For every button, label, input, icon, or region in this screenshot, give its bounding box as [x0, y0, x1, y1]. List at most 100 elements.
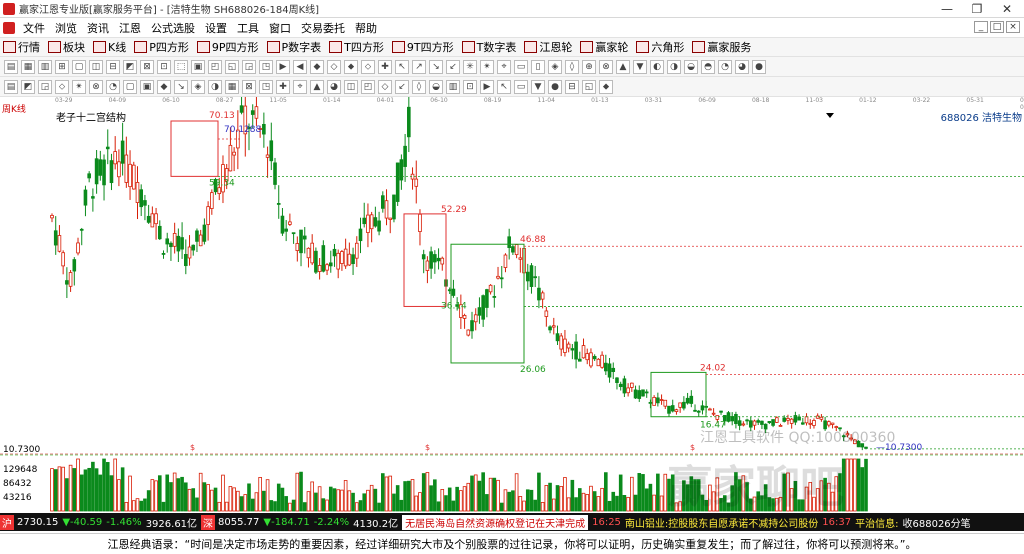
- drawing-tool-icon[interactable]: ◱: [225, 59, 239, 74]
- drawing-tool-icon[interactable]: ✳: [463, 59, 477, 74]
- drawing-tool-icon[interactable]: ◐: [650, 59, 664, 74]
- indicator-tool-icon[interactable]: ▼: [531, 79, 545, 94]
- menu-settings[interactable]: 设置: [200, 20, 232, 36]
- chart-area[interactable]: 03-29 04-09 06-10 08-27 11-05 01-14 04-01 06-10…: [0, 97, 1024, 513]
- drawing-tool-icon[interactable]: ◫: [89, 59, 103, 74]
- indicator-tool-icon[interactable]: ◰: [361, 79, 375, 94]
- drawing-tool-icon[interactable]: ◩: [123, 59, 137, 74]
- drawing-tool-icon[interactable]: ⬦: [361, 59, 375, 74]
- drawing-tool-icon[interactable]: ↙: [446, 59, 460, 74]
- indicator-tool-icon[interactable]: ◱: [582, 79, 596, 94]
- news-ticker-2[interactable]: 南山铝业:控股股东自愿承诺不减持公司股份: [625, 515, 818, 530]
- drawing-tool-icon[interactable]: ⬥: [344, 59, 358, 74]
- drawing-tool-icon[interactable]: ⊕: [582, 59, 596, 74]
- indicator-tool-icon[interactable]: ⬥: [599, 79, 613, 94]
- drawing-tool-icon[interactable]: ◊: [565, 59, 579, 74]
- indicator-tool-icon[interactable]: ▢: [123, 79, 137, 94]
- menu-gann[interactable]: 江恩: [114, 20, 146, 36]
- indicator-tool-icon[interactable]: ▣: [140, 79, 154, 94]
- indicator-tool-icon[interactable]: ◩: [21, 79, 35, 94]
- indicator-tool-icon[interactable]: ◆: [157, 79, 171, 94]
- toolbar-button-11[interactable]: 六角形: [633, 39, 687, 55]
- drawing-tool-icon[interactable]: ◳: [259, 59, 273, 74]
- indicator-tool-icon[interactable]: ◔: [106, 79, 120, 94]
- toolbar-button-3[interactable]: P四方形: [131, 39, 192, 55]
- toolbar-button-2[interactable]: K线: [90, 39, 129, 55]
- drawing-tool-icon[interactable]: ⊡: [157, 59, 171, 74]
- indicator-tool-icon[interactable]: ◕: [327, 79, 341, 94]
- indicator-tool-icon[interactable]: ◒: [429, 79, 443, 94]
- drawing-tool-icon[interactable]: ◈: [548, 59, 562, 74]
- indicator-tool-icon[interactable]: ◑: [208, 79, 222, 94]
- indicator-tool-icon[interactable]: ▦: [225, 79, 239, 94]
- indicator-tool-icon[interactable]: ◲: [38, 79, 52, 94]
- toolbar-button-7[interactable]: 9T四方形: [389, 39, 457, 55]
- indicator-tool-icon[interactable]: ◈: [191, 79, 205, 94]
- indicator-tool-icon[interactable]: ▭: [514, 79, 528, 94]
- drawing-tool-icon[interactable]: ↗: [412, 59, 426, 74]
- drawing-tool-icon[interactable]: ◰: [208, 59, 222, 74]
- menu-tools[interactable]: 工具: [232, 20, 264, 36]
- drawing-tool-icon[interactable]: ▯: [531, 59, 545, 74]
- mdi-close-button[interactable]: ×: [1006, 21, 1020, 33]
- toolbar-button-10[interactable]: 赢家轮: [577, 39, 631, 55]
- toolbar-button-5[interactable]: P数字表: [264, 39, 325, 55]
- drawing-tool-icon[interactable]: ◇: [327, 59, 341, 74]
- mdi-restore-button[interactable]: □: [990, 21, 1004, 33]
- indicator-tool-icon[interactable]: ⊠: [242, 79, 256, 94]
- drawing-tool-icon[interactable]: ▶: [276, 59, 290, 74]
- minimize-button[interactable]: —: [932, 0, 962, 18]
- drawing-tool-icon[interactable]: ◓: [701, 59, 715, 74]
- toolbar-button-0[interactable]: 行情: [0, 39, 43, 55]
- drawing-tool-icon[interactable]: ✴: [480, 59, 494, 74]
- indicator-tool-icon[interactable]: ▶: [480, 79, 494, 94]
- drawing-tool-icon[interactable]: ◆: [310, 59, 324, 74]
- toolbar-button-8[interactable]: T数字表: [459, 39, 520, 55]
- drawing-tool-icon[interactable]: ▢: [72, 59, 86, 74]
- indicator-tool-icon[interactable]: ⊟: [565, 79, 579, 94]
- mdi-minimize-button[interactable]: _: [974, 21, 988, 33]
- toolbar-button-12[interactable]: 赢家服务: [689, 39, 754, 55]
- toolbar-button-9[interactable]: 江恩轮: [521, 39, 575, 55]
- indicator-tool-icon[interactable]: ✴: [72, 79, 86, 94]
- drawing-tool-icon[interactable]: ◒: [684, 59, 698, 74]
- drawing-tool-icon[interactable]: ⊟: [106, 59, 120, 74]
- indicator-tool-icon[interactable]: ⊗: [89, 79, 103, 94]
- drawing-tool-icon[interactable]: ✚: [378, 59, 392, 74]
- indicator-tool-icon[interactable]: ↙: [395, 79, 409, 94]
- indicator-tool-icon[interactable]: ▥: [446, 79, 460, 94]
- indicator-tool-icon[interactable]: ◫: [344, 79, 358, 94]
- menu-file[interactable]: 文件: [18, 20, 50, 36]
- drawing-tool-icon[interactable]: ⬚: [174, 59, 188, 74]
- indicator-tool-icon[interactable]: ●: [548, 79, 562, 94]
- drawing-tool-icon[interactable]: ◑: [667, 59, 681, 74]
- indicator-tool-icon[interactable]: ⌖: [293, 79, 307, 94]
- menu-formula[interactable]: 公式选股: [146, 20, 200, 36]
- drawing-tool-icon[interactable]: ⌖: [497, 59, 511, 74]
- drawing-tool-icon[interactable]: ▭: [514, 59, 528, 74]
- indicator-tool-icon[interactable]: ◳: [259, 79, 273, 94]
- indicator-tool-icon[interactable]: ◊: [412, 79, 426, 94]
- drawing-tool-icon[interactable]: ●: [752, 59, 766, 74]
- drawing-tool-icon[interactable]: ▣: [191, 59, 205, 74]
- menu-browse[interactable]: 浏览: [50, 20, 82, 36]
- menu-info[interactable]: 资讯: [82, 20, 114, 36]
- drawing-tool-icon[interactable]: ▲: [616, 59, 630, 74]
- drawing-tool-icon[interactable]: ◕: [735, 59, 749, 74]
- toolbar-button-1[interactable]: 板块: [45, 39, 88, 55]
- drawing-tool-icon[interactable]: ▥: [38, 59, 52, 74]
- indicator-tool-icon[interactable]: ↘: [174, 79, 188, 94]
- indicator-tool-icon[interactable]: ▤: [4, 79, 18, 94]
- restore-button[interactable]: ❐: [962, 0, 992, 18]
- news-ticker-1[interactable]: 无居民海岛自然资源确权登记在天津完成: [402, 514, 589, 530]
- drawing-tool-icon[interactable]: ◲: [242, 59, 256, 74]
- menu-trade[interactable]: 交易委托: [296, 20, 350, 36]
- toolbar-button-4[interactable]: 9P四方形: [194, 39, 262, 55]
- indicator-tool-icon[interactable]: ▲: [310, 79, 324, 94]
- drawing-tool-icon[interactable]: ⊗: [599, 59, 613, 74]
- indicator-tool-icon[interactable]: ◇: [378, 79, 392, 94]
- drawing-tool-icon[interactable]: ▼: [633, 59, 647, 74]
- drawing-tool-icon[interactable]: ⊠: [140, 59, 154, 74]
- drawing-tool-icon[interactable]: ↘: [429, 59, 443, 74]
- indicator-tool-icon[interactable]: ⊡: [463, 79, 477, 94]
